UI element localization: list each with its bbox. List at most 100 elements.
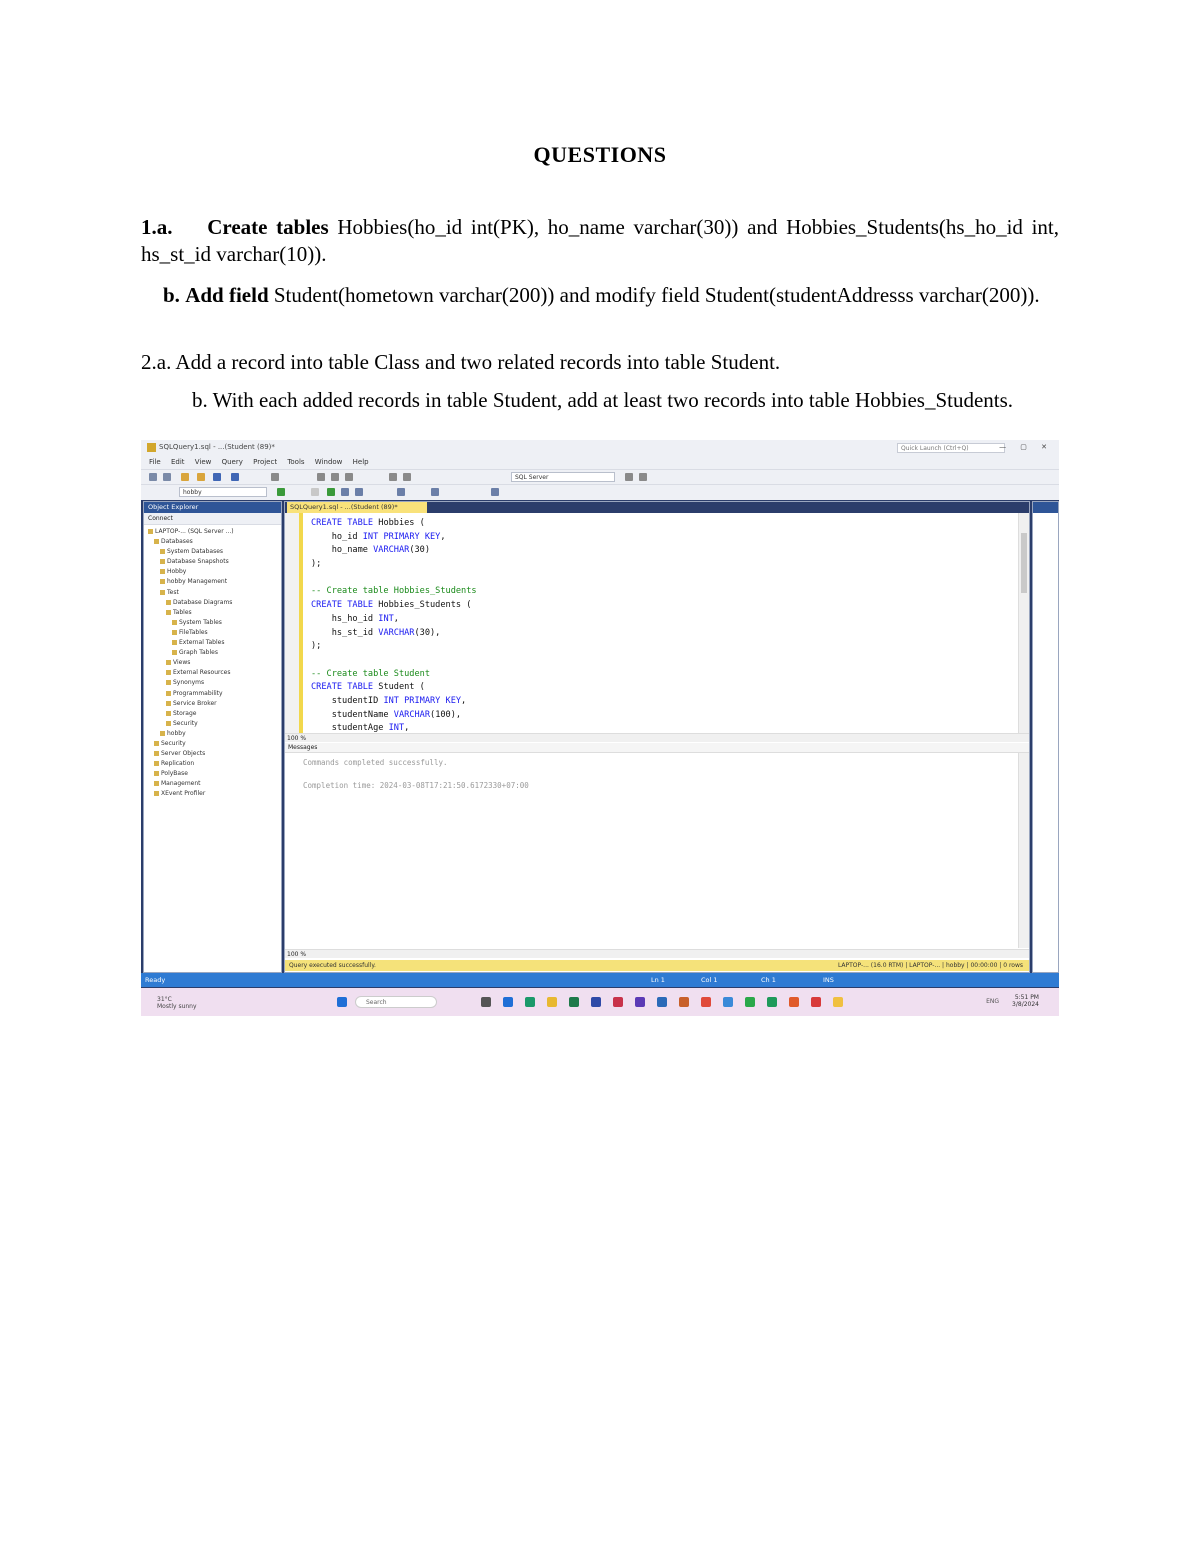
task-view-icon[interactable] (481, 997, 491, 1007)
oe-tree-item[interactable]: Hobby (144, 567, 281, 577)
oe-tree-item[interactable]: Database Diagrams (144, 598, 281, 608)
app-icon-5[interactable] (657, 997, 667, 1007)
weather-widget[interactable]: 31°C Mostly sunny (157, 996, 197, 1010)
oe-tree-item[interactable]: hobby (144, 729, 281, 739)
oe-tree-item[interactable]: Replication (144, 759, 281, 769)
app-icon-9[interactable] (767, 997, 777, 1007)
messages-scrollbar[interactable] (1018, 753, 1029, 948)
oe-tree-item[interactable]: System Tables (144, 618, 281, 628)
quick-launch-input[interactable]: Quick Launch (Ctrl+Q) (897, 443, 1005, 453)
oe-tree-item[interactable]: Tables (144, 608, 281, 618)
tools-icon[interactable] (625, 473, 633, 481)
undo-icon[interactable] (389, 473, 397, 481)
indent-icon[interactable] (491, 488, 499, 496)
parse-icon[interactable] (327, 488, 335, 496)
app-icon-7[interactable] (723, 997, 733, 1007)
app-icon-1[interactable] (503, 997, 513, 1007)
start-icon[interactable] (337, 997, 347, 1007)
app-icon-2[interactable] (569, 997, 579, 1007)
results-text-icon[interactable] (397, 488, 405, 496)
open-icon[interactable] (197, 473, 205, 481)
oe-tree-item[interactable]: XEvent Profiler (144, 789, 281, 799)
oe-tree-item[interactable]: Server Objects (144, 749, 281, 759)
ssms-taskbar-icon[interactable] (833, 997, 843, 1007)
menu-view[interactable]: View (195, 458, 212, 466)
database-combo[interactable]: hobby (179, 487, 267, 497)
menu-edit[interactable]: Edit (171, 458, 185, 466)
forward-icon[interactable] (163, 473, 171, 481)
solution-config-combo[interactable]: SQL Server (511, 472, 615, 482)
messages-zoom[interactable]: 100 % (285, 949, 1029, 958)
menu-file[interactable]: File (149, 458, 161, 466)
stop-icon[interactable] (311, 488, 319, 496)
explorer-icon[interactable] (547, 997, 557, 1007)
oe-tree-item[interactable]: External Tables (144, 638, 281, 648)
oe-tree-item[interactable]: Synonyms (144, 678, 281, 688)
app-icon-11[interactable] (811, 997, 821, 1007)
edge-icon[interactable] (525, 997, 535, 1007)
oe-tree-item-label: Test (167, 588, 179, 596)
menu-tools[interactable]: Tools (287, 458, 304, 466)
oe-tree-item[interactable]: Test (144, 588, 281, 598)
display-plan-icon[interactable] (341, 488, 349, 496)
editor-scrollbar[interactable] (1018, 513, 1029, 733)
paste-icon[interactable] (345, 473, 353, 481)
app-icon-4[interactable] (613, 997, 623, 1007)
chrome-icon[interactable] (701, 997, 711, 1007)
app-icon-10[interactable] (789, 997, 799, 1007)
taskbar-clock[interactable]: 5:51 PM 3/8/2024 (1012, 994, 1039, 1008)
oe-connect-button[interactable]: Connect (148, 515, 173, 522)
results-grid-icon[interactable] (355, 488, 363, 496)
system-tray[interactable]: ENG (986, 998, 999, 1005)
copy-icon[interactable] (331, 473, 339, 481)
settings-icon[interactable] (639, 473, 647, 481)
menu-help[interactable]: Help (353, 458, 369, 466)
oe-tree-item[interactable]: Security (144, 719, 281, 729)
oe-tree-item[interactable]: External Resources (144, 668, 281, 678)
oe-tree-item-label: Service Broker (173, 699, 217, 707)
oe-tree-item[interactable]: FileTables (144, 628, 281, 638)
messages-tab[interactable]: Messages (285, 743, 1029, 753)
oe-tree-item[interactable]: Storage (144, 709, 281, 719)
vscode-icon[interactable] (635, 997, 645, 1007)
oe-tree-item[interactable]: hobby Management (144, 577, 281, 587)
oe-tree-item[interactable]: Databases (144, 537, 281, 547)
menu-query[interactable]: Query (222, 458, 243, 466)
save-all-icon[interactable] (231, 473, 239, 481)
app-icon-8[interactable] (745, 997, 755, 1007)
new-query-button-icon[interactable] (271, 473, 279, 481)
menu-window[interactable]: Window (315, 458, 343, 466)
query-tab[interactable]: SQLQuery1.sql - ...(Student (89)* (287, 502, 427, 513)
oe-tree-item[interactable]: LAPTOP-... (SQL Server ...) (144, 527, 281, 537)
editor-zoom[interactable]: 100 % (285, 733, 1029, 742)
sql-code[interactable]: CREATE TABLE Hobbies ( ho_id INT PRIMARY… (311, 517, 477, 736)
oe-tree-item[interactable]: PolyBase (144, 769, 281, 779)
oe-tree-item[interactable]: Graph Tables (144, 648, 281, 658)
code-text: Hobbies ( (373, 518, 425, 528)
cut-icon[interactable] (317, 473, 325, 481)
comment-icon[interactable] (431, 488, 439, 496)
menu-project[interactable]: Project (253, 458, 277, 466)
save-icon[interactable] (213, 473, 221, 481)
window-controls[interactable]: — ▢ ✕ (999, 443, 1053, 451)
new-query-icon[interactable] (181, 473, 189, 481)
oe-tree-item-label: Graph Tables (179, 649, 218, 657)
oe-tree-item[interactable]: Service Broker (144, 699, 281, 709)
app-icon-3[interactable] (591, 997, 601, 1007)
oe-tree-item[interactable]: Security (144, 739, 281, 749)
oe-tree-item[interactable]: Views (144, 658, 281, 668)
folder-icon (148, 529, 153, 534)
folder-icon (160, 579, 165, 585)
oe-tree-item[interactable]: Programmability (144, 689, 281, 699)
redo-icon[interactable] (403, 473, 411, 481)
code-comment: -- Create table Student (311, 668, 430, 679)
oe-tree-item[interactable]: Management (144, 779, 281, 789)
oe-tree-item[interactable]: System Databases (144, 547, 281, 557)
back-icon[interactable] (149, 473, 157, 481)
code-text: (30) (409, 545, 431, 556)
folder-icon (160, 549, 165, 555)
app-icon-6[interactable] (679, 997, 689, 1007)
oe-tree-item[interactable]: Database Snapshots (144, 557, 281, 567)
execute-icon[interactable] (277, 488, 285, 496)
taskbar-search[interactable]: Search (355, 996, 437, 1008)
